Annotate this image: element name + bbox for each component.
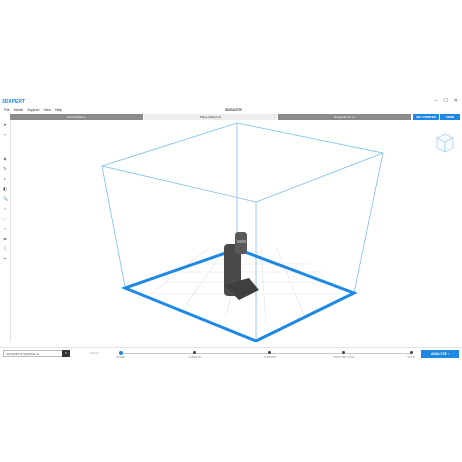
add-model-icon[interactable]: +	[3, 133, 7, 137]
left-toolbar: ➤ + ◈ ↻ ◐ ◧ 🔍 ⇆ ⤢ ⇋ ⇄ ⎘ ✂	[0, 120, 11, 342]
3d-viewport[interactable]	[11, 120, 462, 343]
orient-icon[interactable]: ◈	[3, 157, 7, 161]
step-slice-label: SLICE	[407, 356, 415, 359]
step-support-dot[interactable]	[268, 351, 271, 354]
step-print-settings-label: PRINT SETTINGS	[333, 356, 355, 359]
menu-view[interactable]: View	[43, 108, 51, 112]
menu-model[interactable]: Model	[14, 108, 24, 112]
layer-icon[interactable]: ◧	[3, 187, 7, 191]
minimize-button[interactable]: –	[435, 98, 438, 104]
window-controls: – ☐ ✕	[435, 98, 458, 104]
brand-title: 3DSUITE	[225, 107, 242, 112]
cut-icon[interactable]: ✂	[3, 257, 7, 261]
step-support-label: SUPPORT	[263, 356, 277, 359]
menu-support[interactable]: Support	[27, 108, 39, 112]
step-slice-dot[interactable]	[410, 351, 413, 354]
job-dropdown-button[interactable]: ▾	[62, 350, 70, 357]
analyze-button[interactable]: ANALYZE ›	[421, 350, 459, 358]
menu-file[interactable]: File	[4, 108, 10, 112]
shade-icon[interactable]: ◐	[3, 177, 7, 181]
step-model-dot[interactable]	[119, 350, 123, 355]
scale-icon[interactable]: ⤢	[3, 217, 7, 221]
zoom-icon[interactable]: 🔍	[3, 197, 8, 201]
step-sampling-label: SAMPLING	[188, 356, 202, 359]
view-cube-icon[interactable]	[436, 133, 454, 153]
workflow-bar: 3DXPERT-8 SAMPLE.stl ▾ < BACK MODEL SAMP…	[0, 347, 462, 360]
maximize-button[interactable]: ☐	[443, 98, 447, 104]
app-logo: 3DXPERT	[2, 99, 26, 105]
menu-help[interactable]: Help	[55, 108, 62, 112]
scene-canvas[interactable]	[11, 120, 462, 343]
job-name-field[interactable]: 3DXPERT-8 SAMPLE.stl	[3, 350, 65, 357]
rotate-icon[interactable]: ↻	[3, 167, 7, 171]
back-button[interactable]: < BACK	[88, 351, 99, 355]
step-model-label: MODEL	[116, 356, 126, 359]
close-button[interactable]: ✕	[454, 98, 458, 104]
duplicate-icon[interactable]: ⎘	[3, 247, 7, 251]
arrange-icon[interactable]: ⇄	[3, 237, 7, 241]
mirror-icon[interactable]: ⇋	[3, 227, 7, 231]
part-model[interactable]	[224, 232, 259, 300]
app-window: 3DXPERT – ☐ ✕ File Model Support View He…	[0, 97, 462, 369]
move-icon[interactable]: ⇆	[3, 207, 7, 211]
step-sampling-dot[interactable]	[193, 351, 196, 354]
menu-bar: File Model Support View Help 3DSUITE	[0, 107, 462, 113]
title-bar: 3DXPERT – ☐ ✕	[0, 97, 462, 107]
select-icon[interactable]: ➤	[3, 123, 7, 127]
step-print-settings-dot[interactable]	[342, 351, 345, 354]
steps-track	[121, 353, 411, 354]
